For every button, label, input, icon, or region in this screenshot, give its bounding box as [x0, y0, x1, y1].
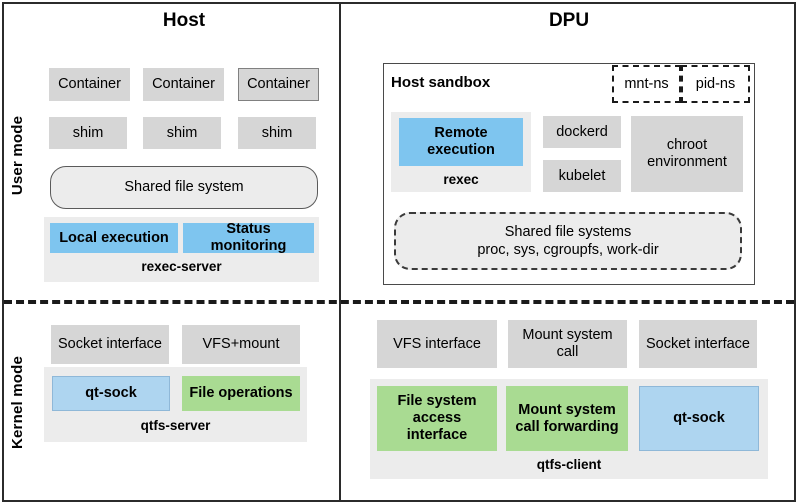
dpu-shared-file-systems-box[interactable]: Shared file systems proc, sys, cgroupfs,…: [394, 212, 742, 270]
host-shim-box-2[interactable]: shim: [143, 117, 221, 149]
host-socket-interface-box[interactable]: Socket interface: [51, 325, 169, 364]
host-local-execution-module[interactable]: Local execution: [50, 223, 178, 253]
dpu-socket-interface-box[interactable]: Socket interface: [639, 320, 757, 368]
host-container-box-1[interactable]: Container: [49, 68, 130, 101]
side-label-kernel-mode: Kernel mode: [2, 312, 34, 492]
host-status-monitoring-module[interactable]: Status monitoring: [183, 221, 314, 254]
dpu-qtfs-client-caption: qtfs-client: [536, 457, 602, 472]
dpu-remote-execution-module[interactable]: Remote execution: [399, 118, 523, 166]
dpu-vfs-interface-box[interactable]: VFS interface: [377, 320, 497, 368]
column-header-dpu: DPU: [548, 10, 590, 31]
host-vfs-mount-box[interactable]: VFS+mount: [182, 325, 300, 364]
side-label-user-mode-text: User mode: [9, 115, 27, 195]
column-header-host: Host: [162, 10, 206, 31]
dpu-shared-file-systems-line2: proc, sys, cgroupfs, work-dir: [477, 242, 659, 258]
dpu-pid-ns-box[interactable]: pid-ns: [681, 65, 750, 103]
host-container-box-3[interactable]: Container: [238, 68, 319, 101]
host-container-box-2[interactable]: Container: [143, 68, 224, 101]
side-label-kernel-mode-text: Kernel mode: [9, 355, 27, 449]
host-dpu-vertical-divider: [339, 2, 341, 502]
host-qt-sock-module[interactable]: qt-sock: [52, 376, 170, 411]
dpu-dockerd-box[interactable]: dockerd: [543, 116, 621, 148]
dpu-host-sandbox-title: Host sandbox: [391, 74, 491, 91]
dpu-mount-system-call-forwarding-module[interactable]: Mount system call forwarding: [506, 386, 628, 451]
host-shim-box-1[interactable]: shim: [49, 117, 127, 149]
dpu-rexec-caption: rexec: [443, 172, 479, 187]
host-qtfs-server-caption: qtfs-server: [140, 418, 211, 433]
host-rexec-server-caption: rexec-server: [141, 259, 222, 274]
dpu-mount-system-call-box[interactable]: Mount system call: [508, 320, 627, 368]
dpu-mnt-ns-box[interactable]: mnt-ns: [612, 65, 681, 103]
side-label-user-mode: User mode: [2, 25, 34, 285]
dpu-file-system-access-interface-module[interactable]: File system access interface: [377, 386, 497, 451]
dpu-chroot-environment-box[interactable]: chroot environment: [631, 116, 743, 192]
dpu-shared-file-systems-line1: Shared file systems: [504, 223, 632, 240]
dpu-qt-sock-module[interactable]: qt-sock: [639, 386, 759, 451]
dpu-kubelet-box[interactable]: kubelet: [543, 160, 621, 192]
host-file-operations-module[interactable]: File operations: [182, 376, 300, 411]
host-shared-file-system-box[interactable]: Shared file system: [50, 166, 318, 209]
host-shim-box-3[interactable]: shim: [238, 117, 316, 149]
user-kernel-mode-divider: [4, 300, 794, 304]
architecture-diagram: User mode Kernel mode Host DPU Container…: [0, 0, 798, 504]
